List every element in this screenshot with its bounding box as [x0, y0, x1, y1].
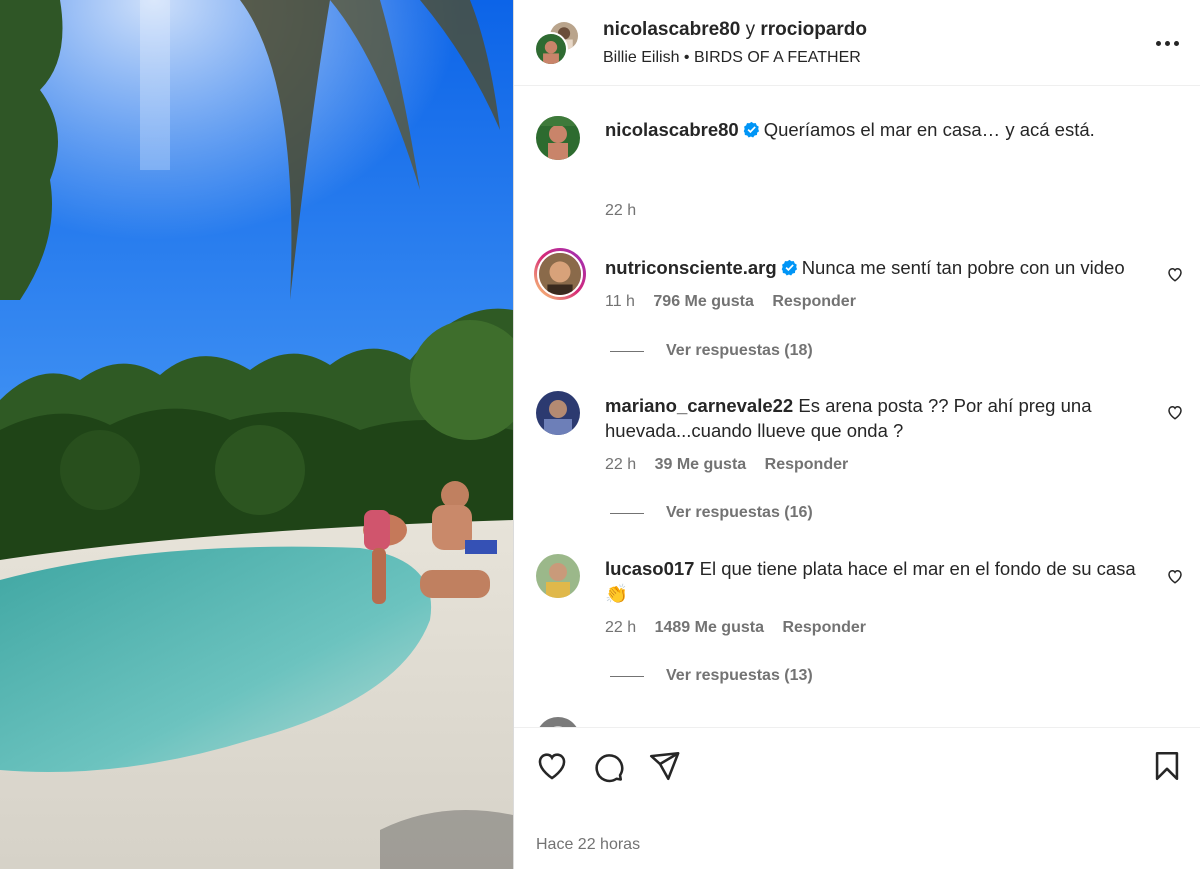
caption-text-block: nicolascabre80 Queríamos el mar en casa… … — [605, 117, 1150, 142]
comment-likes[interactable]: 39 Me gusta — [655, 456, 747, 473]
caption-avatar[interactable] — [536, 116, 580, 160]
comment-like-heart-icon[interactable] — [1166, 265, 1184, 283]
comment-avatar-partial[interactable] — [536, 717, 580, 727]
post-authors: nicolascabre80 y rrociopardo — [603, 19, 867, 41]
view-replies-button[interactable]: Ver respuestas (18) — [610, 342, 813, 360]
post-time-ago: Hace 22 horas — [536, 836, 641, 853]
comment-meta: 22 h 39 Me gusta Responder — [605, 456, 862, 474]
caption-username[interactable]: nicolascabre80 — [605, 119, 739, 140]
caption-time: 22 h — [605, 202, 637, 219]
view-replies-label: Ver respuestas (16) — [666, 504, 813, 521]
replies-line — [610, 512, 644, 514]
post-details-panel: nicolascabre80 y rrociopardo Billie Eili… — [514, 0, 1200, 869]
comment-text-block: nutriconsciente.arg Nunca me sentí tan po… — [605, 255, 1150, 280]
replies-line — [610, 675, 644, 677]
author-username-2[interactable]: rrociopardo — [760, 19, 867, 40]
comment-text-block: lucaso017 El que tiene plata hace el mar… — [605, 556, 1150, 606]
comment-likes[interactable]: 1489 Me gusta — [655, 619, 764, 636]
post-actions-bar: Hace 22 horas — [514, 727, 1200, 869]
comment-avatar-ring[interactable] — [534, 248, 586, 300]
reply-button[interactable]: Responder — [782, 619, 866, 636]
song-separator: • — [683, 49, 690, 66]
reply-button[interactable]: Responder — [772, 293, 856, 310]
replies-line — [610, 350, 644, 352]
comment-time: 11 h — [605, 293, 635, 310]
verified-badge-icon — [743, 121, 759, 138]
verified-badge-icon — [781, 259, 797, 276]
avatar-primary[interactable] — [534, 32, 568, 66]
view-replies-label: Ver respuestas (13) — [666, 667, 813, 684]
comment-username[interactable]: nutriconsciente.arg — [605, 257, 777, 278]
post-media[interactable] — [0, 0, 513, 869]
comment-username[interactable]: mariano_carnevale22 — [605, 395, 793, 416]
comment-text-block: mariano_carnevale22 Es arena posta ?? Po… — [605, 393, 1150, 443]
comment-meta: 22 h 1489 Me gusta Responder — [605, 619, 880, 637]
send-icon[interactable] — [647, 749, 681, 783]
reply-button[interactable]: Responder — [765, 456, 849, 473]
author-username-1[interactable]: nicolascabre80 — [603, 19, 740, 40]
comment-avatar — [537, 251, 583, 297]
comment-meta: 11 h 796 Me gusta Responder — [605, 293, 870, 311]
view-replies-label: Ver respuestas (18) — [666, 342, 813, 359]
song-title: BIRDS OF A FEATHER — [693, 49, 861, 66]
comments-section[interactable]: nicolascabre80 Queríamos el mar en casa… … — [514, 87, 1200, 727]
comment-username[interactable]: lucaso017 — [605, 558, 694, 579]
caption-text: Queríamos el mar en casa… y acá está. — [763, 119, 1095, 140]
comment-time: 22 h — [605, 456, 637, 473]
more-options-icon[interactable] — [1150, 30, 1184, 56]
comment-text: Nunca me sentí tan pobre con un video — [801, 257, 1125, 278]
view-replies-button[interactable]: Ver respuestas (16) — [610, 504, 813, 522]
comment-avatar[interactable] — [536, 391, 580, 435]
bookmark-icon[interactable] — [1150, 749, 1184, 783]
audio-attribution[interactable]: Billie Eilish • BIRDS OF A FEATHER — [603, 49, 861, 67]
post-header: nicolascabre80 y rrociopardo Billie Eili… — [514, 0, 1200, 86]
song-artist: Billie Eilish — [603, 49, 680, 66]
post-video-frame — [0, 0, 513, 869]
comment-avatar[interactable] — [536, 554, 580, 598]
caption-meta: 22 h — [605, 202, 650, 220]
comment-likes[interactable]: 796 Me gusta — [653, 293, 753, 310]
heart-icon[interactable] — [535, 749, 569, 783]
view-replies-button[interactable]: Ver respuestas (13) — [610, 667, 813, 685]
comment-like-heart-icon[interactable] — [1166, 403, 1184, 421]
comment-time: 22 h — [605, 619, 637, 636]
comment-like-heart-icon[interactable] — [1166, 567, 1184, 585]
comment-icon[interactable] — [591, 749, 625, 783]
author-connector: y — [745, 19, 756, 40]
